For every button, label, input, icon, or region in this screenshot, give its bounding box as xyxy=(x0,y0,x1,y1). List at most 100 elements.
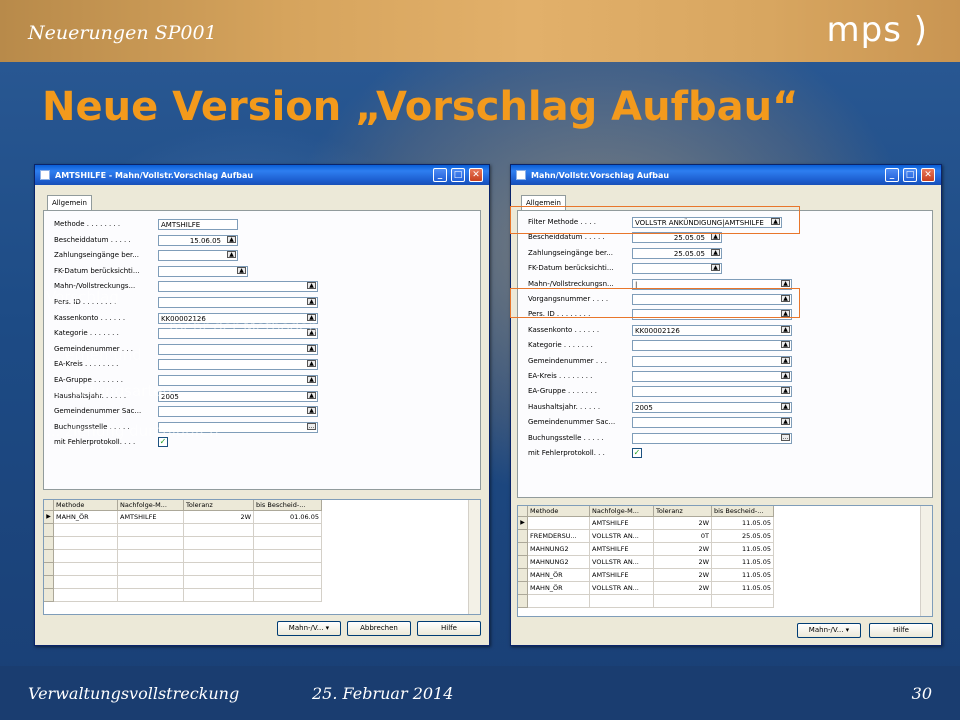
field-input[interactable] xyxy=(632,263,722,275)
field-input[interactable] xyxy=(158,375,318,386)
grid-cell[interactable]: 2W xyxy=(654,582,712,595)
dropdown-icon[interactable]: ▲ xyxy=(781,418,790,426)
grid-cell[interactable] xyxy=(184,524,254,537)
row-selector[interactable] xyxy=(518,569,528,582)
grid-cell[interactable] xyxy=(528,517,590,530)
lookup-icon[interactable]: … xyxy=(781,433,790,441)
grid-cell[interactable] xyxy=(590,595,654,608)
maximize-icon[interactable]: □ xyxy=(903,168,917,182)
grid-cell[interactable]: 25.05.05 xyxy=(712,530,774,543)
grid-cell[interactable] xyxy=(184,537,254,550)
dropdown-icon[interactable]: ▲ xyxy=(307,344,316,352)
maximize-icon[interactable]: □ xyxy=(451,168,465,182)
grid-cell[interactable]: VOLLSTR AN... xyxy=(590,530,654,543)
dropdown-icon[interactable]: ▲ xyxy=(781,325,790,333)
dropdown-icon[interactable]: ▲ xyxy=(307,360,316,368)
grid-cell[interactable] xyxy=(184,576,254,589)
field-input[interactable] xyxy=(632,371,792,382)
grid-cell[interactable]: 2W xyxy=(654,517,712,530)
minimize-icon[interactable]: _ xyxy=(433,168,447,182)
dropdown-icon[interactable]: ▲ xyxy=(711,264,720,272)
grid-cell[interactable]: 11.05.05 xyxy=(712,517,774,530)
dropdown-icon[interactable]: ▲ xyxy=(307,391,316,399)
row-selector[interactable] xyxy=(518,595,528,608)
dropdown-icon[interactable]: ▲ xyxy=(227,235,236,243)
grid-cell[interactable]: 2W xyxy=(654,543,712,556)
dropdown-icon[interactable]: ▲ xyxy=(711,248,720,256)
grid-cell[interactable]: AMTSHILFE xyxy=(118,511,184,524)
grid-column-header[interactable]: Toleranz xyxy=(654,506,712,517)
row-selector[interactable]: ▶ xyxy=(44,511,54,524)
field-input[interactable] xyxy=(158,265,248,277)
menu-button[interactable]: Mahn-/V... ▾ xyxy=(797,623,861,638)
field-input[interactable] xyxy=(158,406,318,418)
dropdown-icon[interactable]: ▲ xyxy=(781,279,790,287)
field-input[interactable]: 2005 xyxy=(632,401,792,413)
dropdown-icon[interactable]: ▲ xyxy=(711,233,720,241)
grid-cell[interactable]: 11.05.05 xyxy=(712,582,774,595)
grid-cell[interactable] xyxy=(118,524,184,537)
left-window-titlebar[interactable]: AMTSHILFE - Mahn/Vollstr.Vorschlag Aufba… xyxy=(35,165,489,185)
field-input[interactable] xyxy=(158,281,318,293)
minimize-icon[interactable]: _ xyxy=(885,168,899,182)
grid-cell[interactable]: 01.06.05 xyxy=(254,511,322,524)
tab-allgemein[interactable]: Allgemein xyxy=(47,195,92,210)
close-icon[interactable]: ✕ xyxy=(921,168,935,182)
grid-cell[interactable] xyxy=(528,595,590,608)
dropdown-icon[interactable]: ▲ xyxy=(307,282,316,290)
field-input[interactable] xyxy=(158,359,318,371)
grid-scrollbar[interactable] xyxy=(468,500,480,614)
row-selector[interactable] xyxy=(44,524,54,537)
dropdown-icon[interactable]: ▲ xyxy=(781,372,790,379)
grid-cell[interactable] xyxy=(184,589,254,602)
menu-button[interactable]: Mahn-/V... ▾ xyxy=(277,621,341,636)
grid-column-header[interactable]: Methode xyxy=(54,500,118,511)
grid-cell[interactable]: MAHN_ÖR xyxy=(528,569,590,582)
grid-column-header[interactable]: bis Bescheid-... xyxy=(712,506,774,517)
field-input[interactable] xyxy=(158,250,238,262)
field-input[interactable]: 15.06.05 xyxy=(158,234,238,246)
grid-cell[interactable] xyxy=(712,595,774,608)
grid-cell[interactable]: 2W xyxy=(654,569,712,582)
field-input[interactable]: KK00002126 xyxy=(632,324,792,336)
grid-column-header[interactable]: Nachfolge-M... xyxy=(590,506,654,517)
field-input[interactable]: 2005 xyxy=(158,390,318,402)
grid-cell[interactable] xyxy=(254,537,322,550)
grid-cell[interactable] xyxy=(54,576,118,589)
left-data-grid[interactable]: Methode Nachfolge-M... Toleranz bis Beschei… xyxy=(43,499,481,615)
dropdown-icon[interactable]: ▲ xyxy=(781,387,790,395)
grid-cell[interactable] xyxy=(118,537,184,550)
lookup-icon[interactable]: … xyxy=(307,422,316,430)
grid-cell[interactable] xyxy=(54,563,118,576)
field-input[interactable] xyxy=(158,343,318,355)
grid-cell[interactable] xyxy=(54,537,118,550)
grid-cell[interactable] xyxy=(118,550,184,563)
row-selector[interactable] xyxy=(518,582,528,595)
grid-cell[interactable]: VOLLSTR AN... xyxy=(590,556,654,569)
dropdown-icon[interactable]: ▲ xyxy=(307,376,316,383)
grid-cell[interactable] xyxy=(118,563,184,576)
grid-cell[interactable]: 11.05.05 xyxy=(712,569,774,582)
field-input[interactable]: 25.05.05 xyxy=(632,247,722,259)
row-selector[interactable] xyxy=(44,563,54,576)
grid-column-header[interactable]: Toleranz xyxy=(184,500,254,511)
dropdown-icon[interactable]: ▲ xyxy=(781,402,790,410)
grid-column-header[interactable]: Methode xyxy=(528,506,590,517)
field-input[interactable] xyxy=(158,297,318,308)
field-input[interactable]: AMTSHILFE xyxy=(158,219,238,230)
grid-cell[interactable] xyxy=(184,563,254,576)
grid-cell[interactable] xyxy=(254,589,322,602)
dropdown-icon[interactable]: ▲ xyxy=(307,298,316,305)
grid-cell[interactable] xyxy=(54,550,118,563)
row-selector[interactable]: ▶ xyxy=(518,517,528,530)
error-log-checkbox[interactable]: ✓ xyxy=(632,448,642,458)
dropdown-icon[interactable]: ▲ xyxy=(307,407,316,415)
dropdown-icon[interactable]: ▲ xyxy=(781,356,790,364)
row-selector[interactable] xyxy=(44,537,54,550)
grid-cell[interactable]: 0T xyxy=(654,530,712,543)
grid-cell[interactable] xyxy=(654,595,712,608)
grid-cell[interactable]: MAHN_ÖR xyxy=(54,511,118,524)
grid-cell[interactable] xyxy=(118,576,184,589)
grid-cell[interactable]: MAHN_ÖR xyxy=(528,582,590,595)
right-data-grid[interactable]: Methode Nachfolge-M... Toleranz bis Beschei… xyxy=(517,505,933,617)
